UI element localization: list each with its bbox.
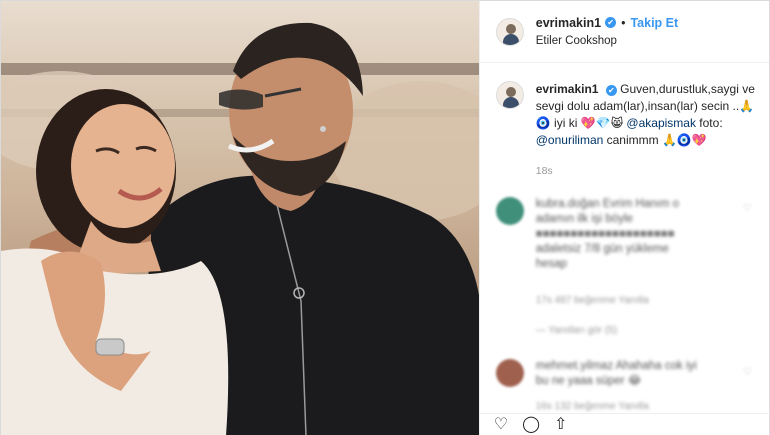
caption-text-foto: foto:	[695, 116, 723, 130]
verified-badge-icon: ✔	[605, 85, 617, 96]
comment-line: hesap	[535, 258, 568, 270]
mention-link-akapismak[interactable]: @akapismak	[626, 116, 696, 130]
comment-item: mehmet.yilmaz Ahahaha cok iyi bu ne yaaa…	[495, 359, 758, 389]
comment-avatar[interactable]	[495, 197, 524, 225]
instagram-post: evrimakin1 ✔ • Takip Et Etiler Cookshop …	[0, 0, 770, 435]
photo-illustration	[1, 22, 479, 435]
post-header: evrimakin1 ✔ • Takip Et Etiler Cookshop	[479, 1, 769, 63]
share-icon[interactable]: ⇧	[554, 416, 567, 434]
mention-link-onuriliman[interactable]: @onuriliman	[536, 133, 604, 147]
comment-meta: 17s 487 beğenme Yanıtla	[535, 295, 649, 306]
comment-like-icon[interactable]: ♡	[743, 367, 752, 378]
comment-item: kubra.doğan Evrim Hanım o adamın ilk işi…	[495, 197, 758, 272]
comment-line: adaletsiz 7/8 gün yükleme	[535, 243, 669, 255]
profile-avatar[interactable]	[495, 17, 524, 46]
caption-username-link[interactable]: evrimakin1	[536, 82, 599, 96]
like-icon[interactable]: ♡	[494, 416, 508, 434]
header-text: evrimakin1 ✔ • Takip Et Etiler Cookshop	[536, 15, 678, 49]
post-side-panel: evrimakin1 ✔ • Takip Et Etiler Cookshop …	[478, 1, 770, 435]
separator-dot: •	[621, 15, 626, 30]
view-replies-link[interactable]: — Yanıtları gör (5)	[536, 325, 617, 336]
post-caption: evrimakin1 ✔ Guven,durustluk,saygi ve se…	[495, 81, 758, 149]
verified-badge-icon: ✔	[605, 17, 617, 28]
caption-avatar[interactable]	[495, 81, 524, 109]
comment-avatar[interactable]	[495, 359, 524, 387]
comment-line: mehmet.yilmaz Ahahaha cok iyi	[535, 360, 697, 372]
post-actions-bar: ♡ ◯ ⇧	[479, 413, 770, 435]
comment-line: ■■■■■■■■■■■■■■■■■■■■	[535, 228, 675, 240]
comment-text: kubra.doğan Evrim Hanım o adamın ilk işi…	[536, 197, 736, 272]
username-link[interactable]: evrimakin1	[536, 15, 601, 31]
comment-like-icon[interactable]: ♡	[743, 203, 752, 214]
follow-button[interactable]: Takip Et	[630, 15, 678, 31]
header-row: evrimakin1 ✔ • Takip Et	[536, 15, 678, 31]
caption-body: evrimakin1 ✔ Guven,durustluk,saygi ve se…	[536, 81, 758, 149]
caption-text-end: canimmm 🙏🧿💖	[603, 133, 707, 147]
post-photo[interactable]	[1, 1, 479, 435]
comment-icon[interactable]: ◯	[522, 416, 540, 434]
location-link[interactable]: Etiler Cookshop	[536, 33, 678, 49]
comment-line: kubra.doğan Evrim Hanım o	[535, 198, 679, 210]
comment-line: bu ne yaaa süper 😂	[535, 375, 642, 387]
comment-meta: 16s 132 beğenme Yanıtla	[535, 401, 649, 412]
caption-timestamp: 18s	[535, 165, 553, 177]
comment-text: mehmet.yilmaz Ahahaha cok iyi bu ne yaaa…	[536, 359, 736, 389]
comment-line: adamın ilk işi böyle	[535, 213, 633, 225]
